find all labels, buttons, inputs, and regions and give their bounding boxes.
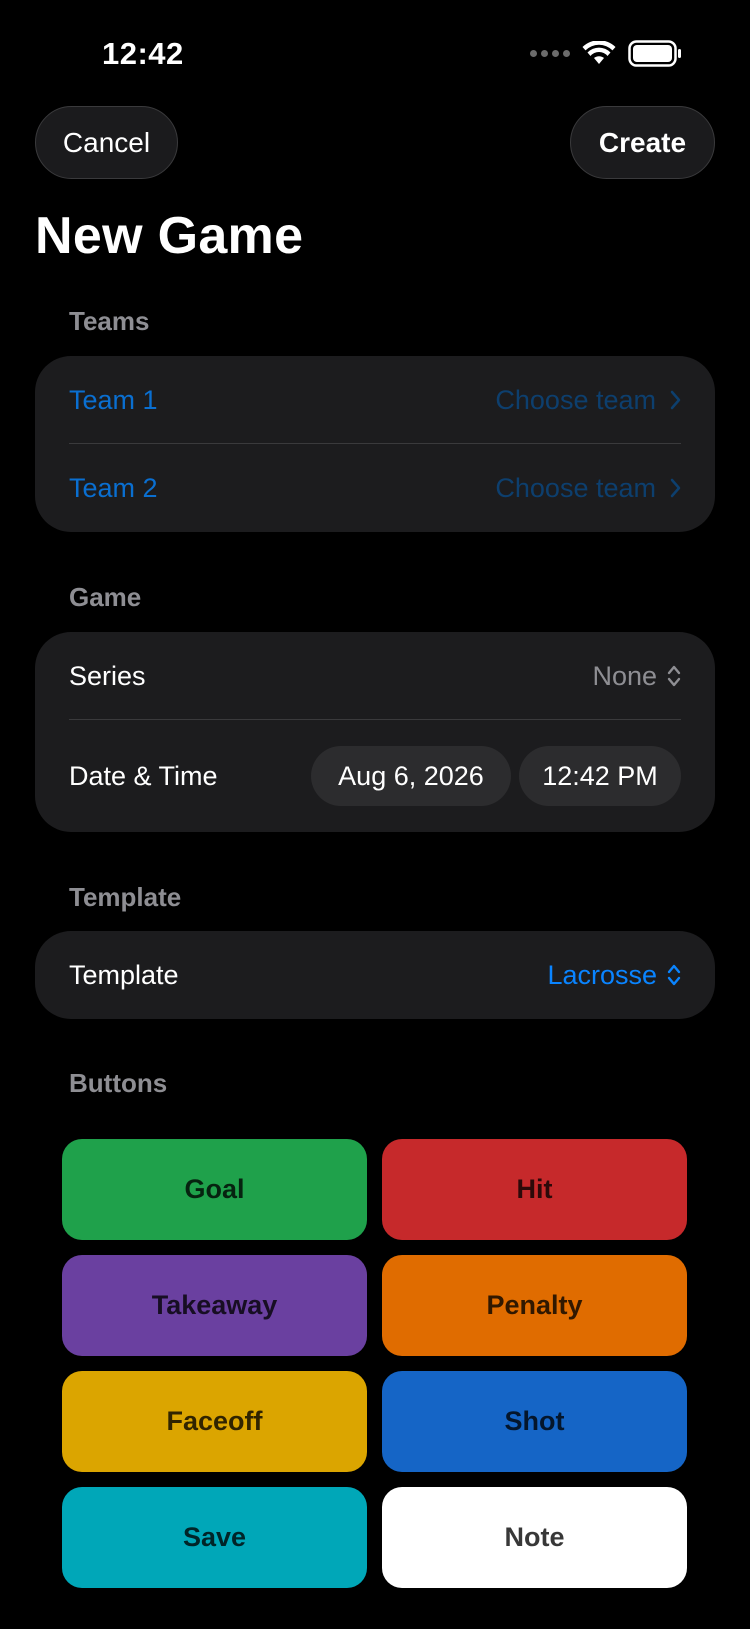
cancel-button[interactable]: Cancel [35,106,178,179]
game-card: Series None Date & Time Aug 6, 2026 12:4… [35,632,715,832]
template-label: Template [69,959,179,990]
chevron-right-icon [670,478,681,498]
template-value: Lacrosse [547,959,657,990]
team-1-choose-text: Choose team [495,384,656,415]
goal-button[interactable]: Goal [62,1139,367,1240]
template-row[interactable]: Template Lacrosse [69,931,681,1019]
template-card: Template Lacrosse [35,931,715,1019]
team-2-value: Choose team [495,473,681,504]
team-1-label: Team 1 [69,384,158,415]
buttons-section-header: Buttons [69,1068,168,1098]
series-value: None [592,660,657,691]
datetime-label: Date & Time [69,760,218,791]
page-title: New Game [35,207,304,265]
hit-button[interactable]: Hit [382,1139,687,1240]
date-picker[interactable]: Aug 6, 2026 [311,746,511,806]
faceoff-button[interactable]: Faceoff [62,1371,367,1472]
teams-section-header: Teams [69,306,150,336]
team-2-label: Team 2 [69,472,158,503]
datetime-pickers: Aug 6, 2026 12:42 PM [311,746,681,806]
save-button[interactable]: Save [62,1487,367,1588]
time-picker[interactable]: 12:42 PM [519,746,681,806]
note-button[interactable]: Note [382,1487,687,1588]
team-1-row[interactable]: Team 1 Choose team [69,356,681,444]
wifi-icon [582,41,616,64]
chevron-up-down-icon [667,964,681,986]
takeaway-button[interactable]: Takeaway [62,1255,367,1356]
penalty-button[interactable]: Penalty [382,1255,687,1356]
template-section-header: Template [69,882,182,912]
chevron-right-icon [670,390,681,410]
chevron-up-down-icon [667,665,681,687]
team-2-row[interactable]: Team 2 Choose team [69,444,681,532]
teams-card: Team 1 Choose team Team 2 Choose team [35,356,715,532]
game-section-header: Game [69,582,142,612]
status-icons [530,40,682,67]
template-picker[interactable]: Lacrosse [547,960,681,991]
status-time: 12:42 [102,36,184,71]
series-row[interactable]: Series None [69,632,681,720]
cellular-signal-icon [530,50,570,57]
team-1-value: Choose team [495,385,681,416]
series-label: Series [69,660,146,691]
datetime-row: Date & Time Aug 6, 2026 12:42 PM [69,720,681,832]
series-picker[interactable]: None [592,661,681,692]
battery-icon [628,40,681,67]
shot-button[interactable]: Shot [382,1371,687,1472]
team-2-choose-text: Choose team [495,472,656,503]
create-button[interactable]: Create [570,106,715,179]
